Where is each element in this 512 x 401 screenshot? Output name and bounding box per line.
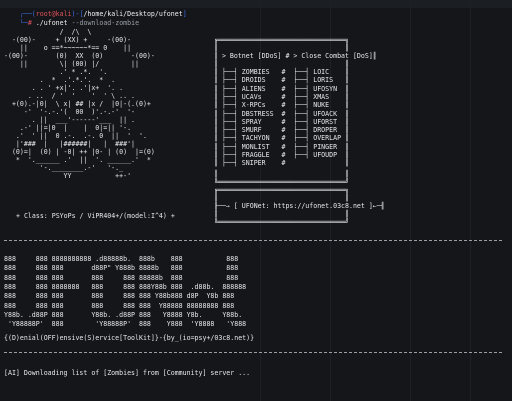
panel-row: ║ ├──┤ SPRAY # ├──┤ UFORST ║ xyxy=(214,117,349,126)
ascii-art-line: .' * .*. '. xyxy=(4,68,147,76)
class-line: + Class: PSYoPs / ViPR404+/(model:I^4) + xyxy=(16,212,175,220)
ascii-art-line: . || ___'------'___ || . xyxy=(4,116,147,124)
panel-border: ╔════════════════════════════════╗ xyxy=(214,36,349,44)
panel-row: ║ ├──┤ SMURF # ├──┤ DROPER ║ xyxy=(214,126,349,135)
ascii-art-line: '-.________.-' '-._ xyxy=(4,164,147,172)
command-text: ./ufonet xyxy=(35,19,68,27)
separator xyxy=(4,240,502,241)
panel-border: ║ ║ xyxy=(214,210,349,218)
ascii-art-line: |'### | |######| | ###'| xyxy=(4,140,147,148)
panel-border: ╚════════════════════════════════╝ xyxy=(214,218,349,226)
banner-line: 888 888 888 888 888 888 Y88b888 d8P Y8b … xyxy=(4,292,235,301)
banner-line: Y88b. .d88P 888 Y88b. .d88P 888 Y8888 Y8… xyxy=(4,310,243,319)
panel-border: ╔════════════════════════════════╗ xyxy=(214,186,349,194)
panel-row: ║ ├──┤ ZOMBIES # ├──┤ LOIC ║ xyxy=(214,68,349,76)
ascii-art-line: * '.______ .' || '. ______.' * xyxy=(4,156,151,164)
status-line: [AI] Downloading list of [Zombies] from … xyxy=(4,369,251,377)
panel-border: ║ ║ xyxy=(214,44,349,52)
panel-row: ║ ├──┤ ALIENS # ├──┤ UFOSYN ║ xyxy=(214,84,349,93)
ascii-art-line: (0)=| (0) | -0| ++ |0- | (0) |=(0) xyxy=(4,148,155,156)
panel-header: ║ > Botnet [DDoS] # > Close Combat [DoS]… xyxy=(214,52,377,60)
motto-line: {(D)enial(OFF)ensive(S)ervice[ToolKit]}-… xyxy=(4,334,255,342)
ascii-art-line: -(00)- (0) XX (0) -(00)- xyxy=(4,52,155,60)
ascii-art-line: .' ' || 0 .-. .-. 0 || ' '. xyxy=(4,132,147,140)
ascii-art-line: / /\ \ xyxy=(4,28,147,36)
ascii-art-line: . * .'.*.'. * . xyxy=(4,76,147,84)
banner-line: 888 888 888 888 888 88888b 888 888 xyxy=(4,273,239,282)
separator xyxy=(4,352,502,353)
ufonet-link: ╟──→ [ UFONet: https://ufonet.03c8.net ]… xyxy=(214,202,385,210)
panel-row: ║ ├──┤ TACHYON # ├──┤ OVERLAP ║ xyxy=(214,134,349,143)
banner-line: 888 888 8888888888 .d88888b. 888b 888 88… xyxy=(4,255,239,263)
ascii-art-line: .-' ||=|0 | | 0|=|| '-. xyxy=(4,124,147,132)
panel-row: ║ ├──┤ SNIPER # ║ xyxy=(214,159,349,168)
ascii-art-line: -(00)- + (XX) + -(00)- xyxy=(4,36,147,44)
panel-row: ║ ├──┤ X-RPCs # ├──┤ NUKE ║ xyxy=(214,101,349,110)
ascii-art-line: || o ==*~~~~~~*== 0 || xyxy=(4,44,147,52)
ascii-art: / /\ \ -(00)- + (XX) + -(00)- || o ==*~~… xyxy=(4,28,155,180)
terminal-window[interactable]: ┌──(root@kali)-[/home/kali/Desktop/ufone… xyxy=(0,0,512,401)
banner-line: 'Y88888P' 888 'Y88888P' 888 Y888 'Y8888 … xyxy=(4,320,247,329)
panel-border: ╚════════════════════════════════╝ xyxy=(214,178,349,186)
command-argument: --download-zombie xyxy=(71,19,140,27)
panel-border: ║ ║ xyxy=(214,60,349,68)
ascii-art-line: YY ++-' xyxy=(4,172,147,180)
ascii-art-line: . .. / ' ' ' ' \ .. . xyxy=(4,92,147,100)
ascii-art-line: || \| (00) |/ || xyxy=(4,60,147,68)
ascii-art-line: . . ' +x|'. .'|x+ '. . xyxy=(4,84,147,92)
ascii-art-line: +(0).-|0| \ x| ## |x / |0|-(.(0)+ xyxy=(4,100,151,108)
panel-row: ║ ├──┤ DROIDS # ├──┤ LORIS ║ xyxy=(214,76,349,85)
ascii-art-line: -' '-.-.'( 00 )'.-.-' '- xyxy=(4,108,147,116)
panel-row: ║ ├──┤ UCAVs # ├──┤ XMAS ║ xyxy=(214,92,349,101)
banner-line: 888 888 888 888 888 888 Y88888 88888888 … xyxy=(4,301,235,310)
panel-border: ║ ║ xyxy=(214,170,349,178)
panel-row: ║ ├──┤ DBSTRESS # ├──┤ UFOACK ║ xyxy=(214,109,349,118)
panel-row: ║ ├──┤ FRAGGLE # ├──┤ UFOUDP ║ xyxy=(214,151,349,159)
banner-line: 888 888 888 d88P" Y888b 8888b 888 888 xyxy=(4,264,239,273)
panel-row: ║ ├──┤ MONLIST # ├──┤ PINGER ║ xyxy=(214,142,349,151)
banner-line: 888 888 8888888 888 888 888Y88b 888 .d88… xyxy=(4,282,247,291)
panel-border: ║ ║ xyxy=(214,194,349,202)
